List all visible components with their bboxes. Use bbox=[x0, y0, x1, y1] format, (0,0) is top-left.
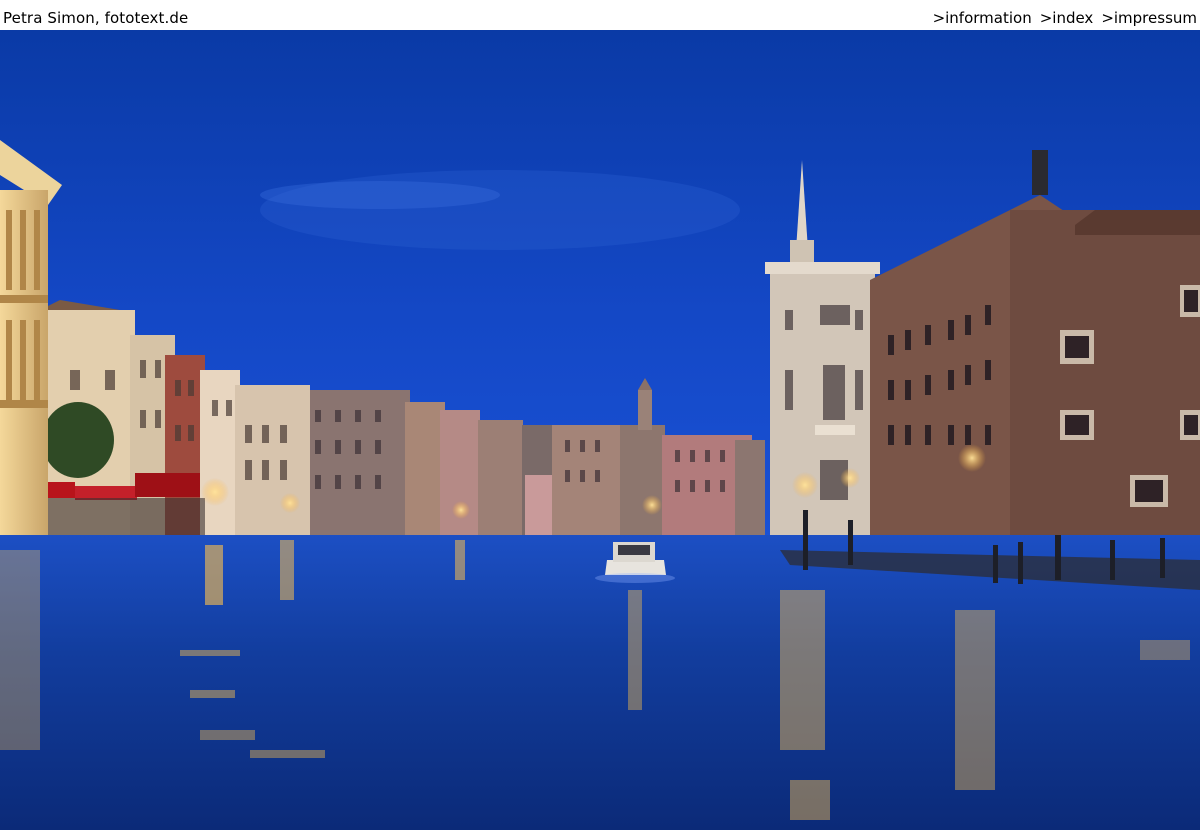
top-nav: >information >index >impressum bbox=[933, 11, 1197, 26]
nav-link-information[interactable]: >information bbox=[933, 11, 1032, 26]
photo-canvas bbox=[0, 30, 1200, 830]
nav-link-index[interactable]: >index bbox=[1040, 11, 1094, 26]
photographer-credit: Petra Simon, fototext.de bbox=[3, 9, 189, 27]
sky-cloud bbox=[260, 181, 500, 209]
nav-link-impressum[interactable]: >impressum bbox=[1101, 11, 1197, 26]
sky-cloud bbox=[260, 170, 740, 250]
top-bar: Petra Simon, fototext.de >information >i… bbox=[0, 0, 1200, 30]
venice-grand-canal-photo bbox=[0, 30, 1200, 830]
